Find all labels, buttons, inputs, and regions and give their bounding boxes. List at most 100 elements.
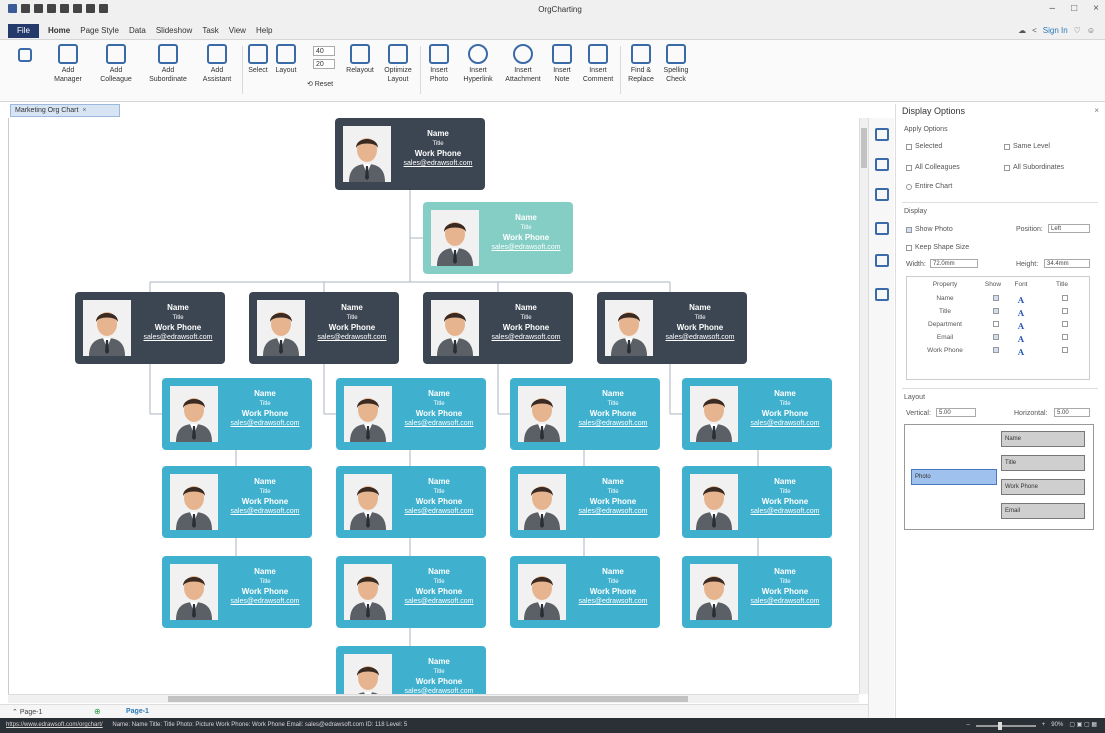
all-colleagues-checkbox-box[interactable] — [906, 164, 912, 171]
tab-data[interactable]: Data — [129, 26, 146, 35]
person-photo-icon[interactable] — [518, 564, 566, 620]
org-node-card[interactable]: Name Title Work Phone sales@edrawsoft.com — [249, 292, 399, 364]
select-button[interactable]: Select — [245, 44, 271, 75]
org-node-card[interactable]: Name Title Work Phone sales@edrawsoft.com — [335, 118, 485, 190]
org-node-card[interactable]: Name Title Work Phone sales@edrawsoft.com — [510, 466, 660, 538]
same-level-checkbox[interactable]: Same Level — [1004, 143, 1050, 150]
new-file-icon[interactable] — [47, 4, 56, 13]
insert-note-button[interactable]: Insert Note — [548, 44, 576, 84]
hierarchy-icon[interactable] — [875, 254, 889, 267]
org-node-card[interactable]: Name Title Work Phone sales@edrawsoft.com — [162, 556, 312, 628]
person-photo-icon[interactable] — [690, 386, 738, 442]
selected-checkbox-box[interactable] — [906, 143, 912, 150]
org-node-card[interactable]: Name Title Work Phone sales@edrawsoft.com — [336, 646, 486, 694]
maximize-icon[interactable]: □ — [1071, 3, 1077, 14]
node-email[interactable]: sales@edrawsoft.com — [570, 507, 656, 517]
horizontal-spacing-input[interactable]: 5.00 — [1054, 408, 1090, 417]
node-email[interactable]: sales@edrawsoft.com — [309, 333, 395, 343]
person-photo-icon[interactable] — [170, 564, 218, 620]
file-menu-button[interactable]: File — [8, 24, 39, 38]
fill-icon[interactable] — [875, 158, 889, 171]
page-selector[interactable]: ⌃ Page-1 — [12, 708, 42, 716]
person-photo-icon[interactable] — [344, 386, 392, 442]
font-a-icon[interactable]: A — [1011, 347, 1031, 357]
preview-email-box[interactable]: Email — [1001, 503, 1085, 519]
show-photo-checkbox-box[interactable] — [906, 226, 912, 233]
org-node-card[interactable]: Name Title Work Phone sales@edrawsoft.com — [423, 202, 573, 274]
org-node-card[interactable]: Name Title Work Phone sales@edrawsoft.com — [597, 292, 747, 364]
preview-title-box[interactable]: Title — [1001, 455, 1085, 471]
org-node-card[interactable]: Name Title Work Phone sales@edrawsoft.com — [336, 556, 486, 628]
layout-button[interactable]: Layout — [272, 44, 300, 75]
add-page-icon[interactable]: ⊕ — [94, 707, 101, 716]
zoom-slider[interactable] — [975, 721, 1036, 730]
close-icon[interactable]: × — [1093, 3, 1099, 14]
node-email[interactable]: sales@edrawsoft.com — [742, 419, 828, 429]
person-photo-icon[interactable] — [343, 126, 391, 182]
insert-comment-button[interactable]: Insert Comment — [580, 44, 616, 84]
optimize-layout-button[interactable]: Optimize Layout — [380, 44, 416, 84]
show-checkbox-box[interactable] — [993, 334, 999, 340]
title-checkbox-box[interactable] — [1062, 334, 1068, 340]
person-photo-icon[interactable] — [344, 654, 392, 694]
insert-hyperlink-button[interactable]: Insert Hyperlink — [458, 44, 498, 84]
entire-chart-radio[interactable]: Entire Chart — [906, 183, 952, 190]
person-photo-icon[interactable] — [170, 386, 218, 442]
vertical-scrollbar[interactable] — [859, 118, 868, 694]
find-replace-button[interactable]: Find & Replace — [626, 44, 656, 84]
add-manager-button[interactable]: Add Manager — [44, 44, 92, 84]
redo-icon[interactable] — [34, 4, 43, 13]
show-checkbox-box[interactable] — [993, 347, 999, 353]
width-input[interactable]: 72.0mm — [930, 259, 978, 268]
show-checkbox-box[interactable] — [993, 295, 999, 301]
width-spinner[interactable]: 40 — [313, 46, 335, 56]
theme-icon[interactable] — [875, 188, 889, 201]
print-icon[interactable] — [86, 4, 95, 13]
status-url-link[interactable]: https://www.edrawsoft.com/orgchart/ — [6, 722, 103, 728]
spelling-check-button[interactable]: Spelling Check — [660, 44, 692, 84]
person-photo-icon[interactable] — [518, 474, 566, 530]
person-photo-icon[interactable] — [344, 474, 392, 530]
person-photo-icon[interactable] — [690, 564, 738, 620]
all-subordinates-checkbox-box[interactable] — [1004, 164, 1010, 171]
insert-photo-button[interactable]: Insert Photo — [424, 44, 454, 84]
font-a-icon[interactable]: A — [1011, 334, 1031, 344]
relayout-button[interactable]: Relayout — [344, 44, 376, 75]
all-subordinates-checkbox[interactable]: All Subordinates — [1004, 164, 1064, 171]
node-email[interactable]: sales@edrawsoft.com — [657, 333, 743, 343]
height-input[interactable]: 34.4mm — [1044, 259, 1090, 268]
zoom-in-icon[interactable]: + — [1042, 718, 1046, 733]
font-a-icon[interactable]: A — [1011, 321, 1031, 331]
sign-in-link[interactable]: Sign In — [1043, 26, 1068, 35]
person-photo-icon[interactable] — [344, 564, 392, 620]
document-tab[interactable]: Marketing Org Chart × — [10, 104, 120, 117]
tab-help[interactable]: Help — [256, 26, 272, 35]
org-node-card[interactable]: Name Title Work Phone sales@edrawsoft.com — [510, 556, 660, 628]
person-photo-icon[interactable] — [83, 300, 131, 356]
node-email[interactable]: sales@edrawsoft.com — [570, 597, 656, 607]
title-checkbox-box[interactable] — [1062, 321, 1068, 327]
same-level-checkbox-box[interactable] — [1004, 143, 1010, 150]
node-email[interactable]: sales@edrawsoft.com — [742, 507, 828, 517]
org-chart-canvas[interactable]: Name Title Work Phone sales@edrawsoft.com Na… — [8, 118, 859, 694]
view-mode-icons[interactable]: ▢ ▣ ▢ ▦ — [1069, 718, 1097, 733]
node-email[interactable]: sales@edrawsoft.com — [396, 419, 482, 429]
node-email[interactable]: sales@edrawsoft.com — [396, 507, 482, 517]
keep-shape-size-checkbox[interactable]: Keep Shape Size — [906, 244, 969, 251]
format-painter-button[interactable] — [10, 44, 40, 64]
org-node-card[interactable]: Name Title Work Phone sales@edrawsoft.com — [162, 466, 312, 538]
node-email[interactable]: sales@edrawsoft.com — [396, 597, 482, 607]
person-photo-icon[interactable] — [690, 474, 738, 530]
org-node-card[interactable]: Name Title Work Phone sales@edrawsoft.com — [423, 292, 573, 364]
org-node-card[interactable]: Name Title Work Phone sales@edrawsoft.com — [336, 378, 486, 450]
open-folder-icon[interactable] — [60, 4, 69, 13]
add-assistant-button[interactable]: Add Assistant — [194, 44, 240, 84]
person-photo-icon[interactable] — [605, 300, 653, 356]
org-node-card[interactable]: Name Title Work Phone sales@edrawsoft.com — [682, 466, 832, 538]
node-email[interactable]: sales@edrawsoft.com — [222, 419, 308, 429]
org-node-card[interactable]: Name Title Work Phone sales@edrawsoft.com — [682, 378, 832, 450]
emoji-icon[interactable]: ☺ — [1087, 26, 1095, 35]
minimize-icon[interactable]: – — [1050, 3, 1056, 14]
card-icon[interactable] — [875, 222, 889, 235]
show-checkbox-box[interactable] — [993, 321, 999, 327]
